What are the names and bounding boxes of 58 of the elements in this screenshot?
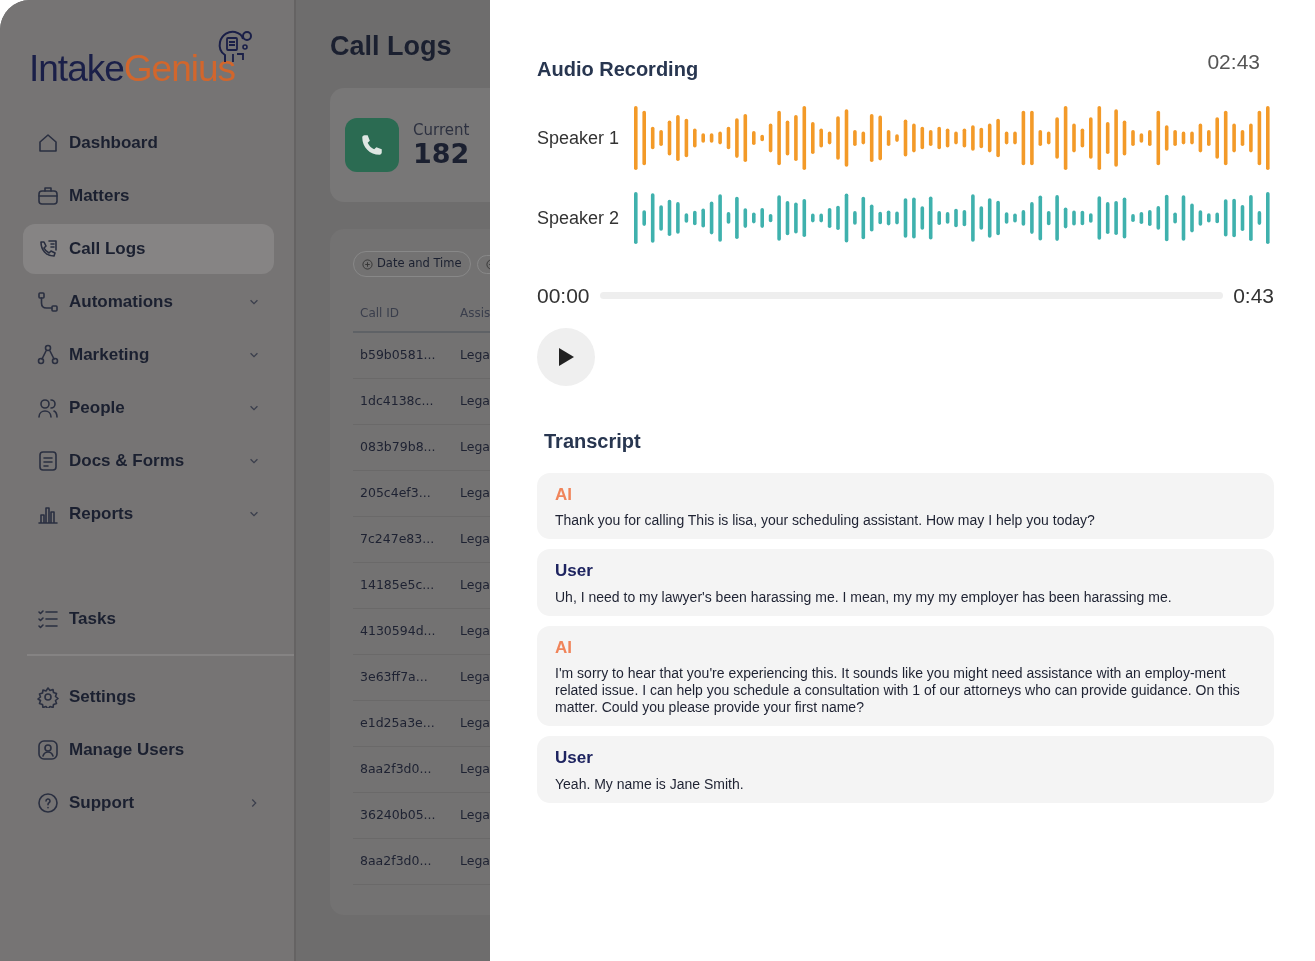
help-icon [37,792,59,814]
people-icon [37,397,59,419]
phone-list-icon [37,238,59,260]
table-cell: 36240b05... [353,792,453,839]
logo-text: IntakeGenius [29,50,236,87]
table-cell: 4130594d... [353,608,453,655]
table-cell: 1dc4138c... [353,378,453,425]
house-icon [37,132,59,154]
speaker-label: User [555,747,594,770]
sidebar-item[interactable]: Automations [23,277,274,327]
sidebar-item[interactable]: Tasks [23,594,274,644]
speaker-name: Speaker 1 [537,126,621,150]
sidebar-item[interactable]: Reports [23,489,274,539]
speaker-name: Speaker 2 [537,206,621,230]
sidebar-item[interactable]: Marketing [23,330,274,380]
sidebar-item[interactable]: Call Logs [23,224,274,274]
column-header: Call ID [353,294,453,333]
speaker-label: User [555,560,594,583]
play-icon [557,346,575,367]
message-text: I'm sorry to hear that you're experiencing this. It sounds like you might need assistance with an employ-ment related issue. I can help you schedule a consultation with 1 of our attorneys who can provide guidance. On this matter. Could you please provide your first name? [555,665,1241,717]
table-cell: 7c247e83... [353,516,453,563]
flow-icon [37,291,59,313]
end-time: 0:43 [1233,283,1274,309]
sidebar-item[interactable]: Docs & Forms [23,436,274,486]
stat-label: Current [413,122,470,139]
message-text: Uh, I need to my lawyer's been harassing me. I mean, my my my employer has been harassing me. [555,588,1173,606]
nodes-icon [37,344,59,366]
page-title: Call Logs [330,30,453,63]
speaker-label: AI [555,636,573,659]
stat-value: 182 [413,138,470,169]
sidebar-item[interactable]: Manage Users [23,725,274,775]
message-text: Thank you for calling This is lisa, your scheduling assistant. How may I help you today? [555,512,1096,530]
speaker-label: AI [555,483,573,506]
sidebar-item[interactable]: Support [23,778,274,828]
table-cell: 14185e5c... [353,562,453,609]
table-cell: 205c4ef3... [353,470,453,517]
sidebar-item[interactable]: People [23,383,274,433]
panel-title: Audio Recording [537,57,699,82]
table-cell: 083b79b8... [353,424,453,471]
document-icon [37,450,59,472]
table-cell: e1d25a3e... [353,700,453,747]
sidebar-item[interactable]: Settings [23,672,274,722]
sidebar-item[interactable]: Dashboard [23,118,274,168]
table-cell: 8aa2f3d0... [353,838,453,885]
table-cell: 8aa2f3d0... [353,746,453,793]
transcript-title: Transcript [544,428,642,454]
settings-icon [37,686,59,708]
message-text: Yeah. My name is Jane Smith. [555,775,745,793]
duration: 02:43 [1207,49,1260,75]
user-square-icon [37,739,59,761]
sidebar-item[interactable]: Matters [23,171,274,221]
table-cell: b59b0581... [353,332,453,379]
checklist-icon [37,608,59,630]
current-time: 00:00 [537,283,590,309]
briefcase-icon [37,185,59,207]
table-cell: 3e63ff7a... [353,654,453,701]
plus-circle-icon [362,258,373,270]
phone-icon [345,118,399,173]
